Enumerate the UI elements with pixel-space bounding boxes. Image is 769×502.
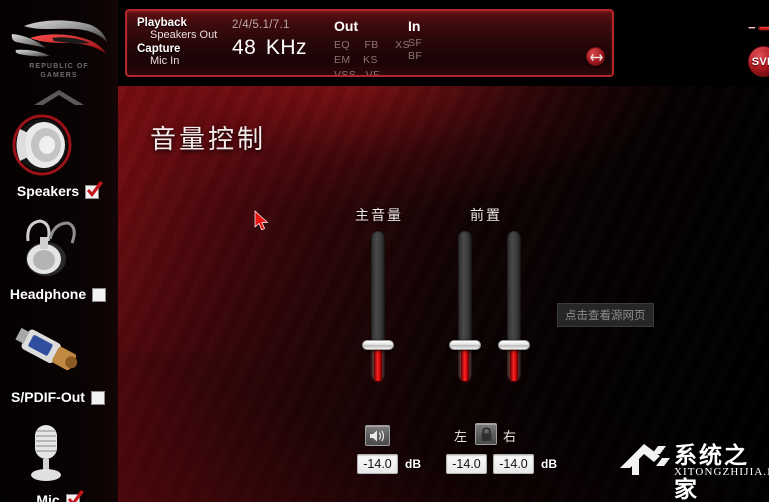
channel-lock-button[interactable] xyxy=(475,423,497,445)
device-sidebar: REPUBLIC OF GAMERS Speakers Headphone S/… xyxy=(0,0,118,502)
sidebar-item-headphone[interactable]: Headphone xyxy=(0,215,118,306)
master-db-input[interactable]: -14.0 xyxy=(357,454,398,474)
playback-value: Speakers Out xyxy=(150,29,218,41)
master-mute-button[interactable] xyxy=(365,425,390,446)
front-right-label: 右 xyxy=(503,430,517,445)
rog-audio-center-window: REPUBLIC OF GAMERS Speakers Headphone S/… xyxy=(0,0,769,502)
out-tag-ks[interactable]: KS xyxy=(363,54,378,66)
sidebar-item-label: Headphone xyxy=(9,286,87,302)
front-db-unit: dB xyxy=(541,457,557,471)
front-left-label: 左 xyxy=(454,430,468,445)
microphone-icon xyxy=(0,421,118,487)
watermark: 系统之家 XITONGZHIJIA.NET xyxy=(614,434,769,502)
capture-value: Mic In xyxy=(150,55,180,67)
in-header: In xyxy=(408,18,421,34)
front-channel-label: 前置 xyxy=(470,208,502,224)
slider-thumb[interactable] xyxy=(449,340,481,350)
speaker-mute-icon xyxy=(370,430,385,441)
slider-thumb[interactable] xyxy=(498,340,530,350)
swap-arrows-icon[interactable] xyxy=(586,47,605,66)
status-panel: Playback Speakers Out Capture Mic In 2/4… xyxy=(125,9,614,77)
playback-label: Playback xyxy=(137,17,187,29)
front-left-db-input[interactable]: -14.0 xyxy=(446,454,487,474)
slider-fill xyxy=(461,345,469,381)
rog-caption: REPUBLIC OF GAMERS xyxy=(29,63,89,79)
source-page-tooltip[interactable]: 点击查看源网页 xyxy=(557,303,654,327)
master-volume-slider[interactable] xyxy=(362,231,394,381)
slider-thumb[interactable] xyxy=(362,340,394,350)
volume-track[interactable] xyxy=(758,26,769,31)
volume-minus-label[interactable]: − xyxy=(748,20,756,35)
slider-fill xyxy=(374,345,382,381)
out-tag-vss[interactable]: VSS xyxy=(334,69,356,75)
spdif-jack-icon xyxy=(0,318,118,384)
xitongzhijia-logo-icon xyxy=(620,444,670,475)
svn-button-label: SVN xyxy=(751,55,769,68)
master-volume-slider-top[interactable]: − + xyxy=(748,20,769,36)
sample-rate-value: 48 xyxy=(232,36,257,59)
front-left-slider[interactable] xyxy=(449,231,481,381)
out-tag-fb[interactable]: FB xyxy=(364,39,378,51)
lock-icon xyxy=(481,426,491,441)
volume-fill xyxy=(759,27,769,30)
capture-label: Capture xyxy=(137,43,181,55)
front-right-db-input[interactable]: -14.0 xyxy=(493,454,534,474)
headphone-checkbox[interactable] xyxy=(91,286,108,303)
sidebar-item-mic[interactable]: Mic xyxy=(0,421,118,502)
rog-eye-logo xyxy=(11,20,107,57)
out-tag-vf[interactable]: VF xyxy=(366,69,380,75)
master-volume-label: 主音量 xyxy=(355,208,403,224)
check-icon xyxy=(67,489,84,502)
out-header: Out xyxy=(334,18,359,34)
sidebar-item-speakers[interactable]: Speakers xyxy=(0,112,118,203)
sidebar-item-label: Mic xyxy=(36,492,60,502)
front-right-slider[interactable] xyxy=(498,231,530,381)
sidebar-item-spdif-out[interactable]: S/PDIF-Out xyxy=(0,318,118,409)
channel-config: 2/4/5.1/7.1 xyxy=(232,19,290,31)
svn-button[interactable]: SVN xyxy=(748,46,769,77)
speakers-checkbox[interactable] xyxy=(84,180,104,200)
spdif-out-checkbox[interactable] xyxy=(90,389,107,406)
top-toolbar: Playback Speakers Out Capture Mic In 2/4… xyxy=(118,0,769,86)
out-tag-em[interactable]: EM xyxy=(334,54,351,66)
sidebar-item-label: S/PDIF-Out xyxy=(11,389,85,405)
master-db-unit: dB xyxy=(405,457,421,471)
in-tag-bf[interactable]: BF xyxy=(408,50,422,63)
in-tag-sf[interactable]: SF xyxy=(408,37,422,50)
sidebar-item-label: Speakers xyxy=(16,183,80,199)
chevron-up-icon[interactable] xyxy=(30,86,88,108)
mic-checkbox[interactable] xyxy=(65,489,84,502)
watermark-en-text: XITONGZHIJIA.NET xyxy=(674,466,769,478)
slider-fill xyxy=(510,345,518,381)
check-icon xyxy=(87,180,104,197)
out-tag-eq[interactable]: EQ xyxy=(334,39,350,51)
sample-rate-unit: KHz xyxy=(265,36,307,59)
headphone-icon xyxy=(0,215,118,281)
page-title: 音量控制 xyxy=(150,125,267,155)
speaker-icon xyxy=(0,112,118,178)
